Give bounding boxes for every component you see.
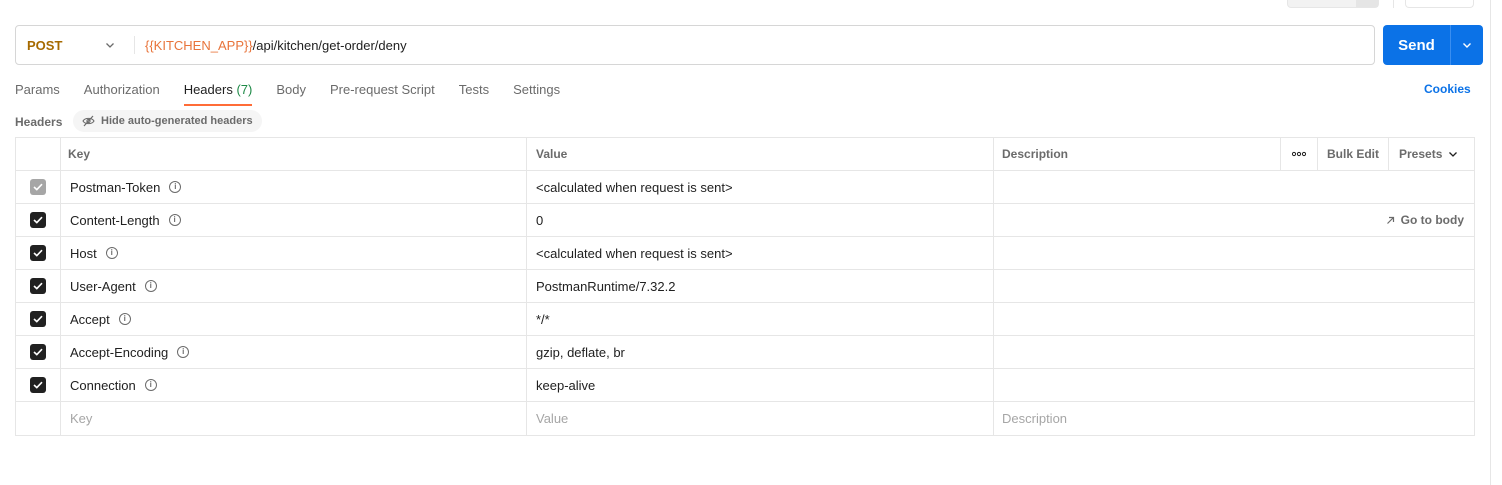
key-cell[interactable]: Connection i — [61, 369, 527, 401]
check-icon — [33, 216, 43, 224]
request-url-bar: POST {{KITCHEN_APP}}/api/kitchen/get-ord… — [15, 25, 1375, 65]
table-row: Accept-Encoding i gzip, deflate, br — [16, 336, 1474, 369]
value-cell[interactable]: 0 — [527, 204, 994, 236]
arrow-up-right-icon — [1386, 216, 1394, 224]
row-checkbox[interactable] — [30, 377, 46, 393]
table-row: Host i <calculated when request is sent> — [16, 237, 1474, 270]
column-header-description: Description — [994, 138, 1281, 170]
go-to-body-link[interactable]: Go to body — [1386, 213, 1464, 227]
tab-headers[interactable]: Headers (7) — [183, 80, 253, 106]
check-icon — [33, 381, 43, 389]
divider — [1393, 0, 1394, 8]
table-row: Postman-Token i <calculated when request … — [16, 171, 1474, 204]
check-icon — [33, 282, 43, 290]
tab-pre-request-script[interactable]: Pre-request Script — [330, 80, 435, 106]
send-button[interactable]: Send — [1383, 37, 1450, 54]
method-label: POST — [27, 37, 63, 53]
key-cell[interactable]: Postman-Token i — [61, 171, 527, 203]
presets-dropdown[interactable]: Presets — [1389, 138, 1474, 170]
info-icon[interactable]: i — [144, 379, 157, 391]
description-cell[interactable] — [994, 369, 1474, 401]
row-checkbox[interactable] — [30, 278, 46, 294]
chevron-down-icon — [106, 43, 114, 48]
check-icon — [33, 315, 43, 323]
value-cell[interactable]: PostmanRuntime/7.32.2 — [527, 270, 994, 302]
check-icon — [33, 183, 43, 191]
more-horizontal-icon — [1292, 151, 1306, 157]
method-select[interactable]: POST — [16, 26, 134, 64]
cookies-link[interactable]: Cookies — [1424, 82, 1471, 96]
info-icon[interactable]: i — [105, 247, 118, 259]
send-options-button[interactable] — [1451, 40, 1483, 50]
hide-auto-generated-headers-button[interactable]: Hide auto-generated headers — [73, 110, 262, 132]
column-header-key: Key — [61, 138, 527, 170]
row-checkbox[interactable] — [30, 311, 46, 327]
tab-body[interactable]: Body — [276, 80, 306, 106]
headers-table: Key Value Description Bulk Edit Presets … — [15, 137, 1475, 436]
table-header-row: Key Value Description Bulk Edit Presets — [16, 138, 1474, 171]
info-icon[interactable]: i — [169, 181, 182, 193]
url-input[interactable]: {{KITCHEN_APP}}/api/kitchen/get-order/de… — [135, 38, 407, 53]
key-cell[interactable]: Content-Length i — [61, 204, 527, 236]
value-cell[interactable]: <calculated when request is sent> — [527, 171, 994, 203]
new-header-row: Key Value Description — [16, 402, 1474, 435]
chevron-down-icon — [1449, 152, 1458, 157]
description-cell[interactable] — [994, 237, 1474, 269]
row-checkbox[interactable] — [30, 212, 46, 228]
value-cell[interactable]: keep-alive — [527, 369, 994, 401]
more-options-button[interactable] — [1281, 138, 1318, 170]
description-cell[interactable]: Go to body — [994, 204, 1474, 236]
chevron-down-icon — [1463, 43, 1471, 48]
panel-divider — [1490, 0, 1491, 485]
tab-params[interactable]: Params — [15, 80, 60, 106]
eye-off-icon — [82, 115, 95, 127]
headers-section-title: Headers — [15, 115, 63, 129]
new-key-input[interactable]: Key — [61, 402, 527, 435]
top-toolbar-stub — [1287, 0, 1379, 8]
description-cell[interactable] — [994, 171, 1474, 203]
key-cell[interactable]: Host i — [61, 237, 527, 269]
check-icon — [33, 249, 43, 257]
tab-settings[interactable]: Settings — [513, 80, 560, 106]
value-cell[interactable]: <calculated when request is sent> — [527, 237, 994, 269]
description-cell[interactable] — [994, 270, 1474, 302]
info-icon[interactable]: i — [144, 280, 157, 292]
row-checkbox[interactable] — [30, 179, 46, 195]
key-cell[interactable]: Accept i — [61, 303, 527, 335]
url-variable: {{KITCHEN_APP}} — [145, 37, 253, 53]
row-checkbox[interactable] — [30, 344, 46, 360]
headers-count: (7) — [236, 82, 253, 97]
info-icon[interactable]: i — [118, 313, 131, 325]
column-header-value: Value — [527, 138, 994, 170]
table-row: Content-Length i 0 Go to body — [16, 204, 1474, 237]
send-button-group: Send — [1383, 25, 1483, 65]
new-value-input[interactable]: Value — [527, 402, 994, 435]
value-cell[interactable]: */* — [527, 303, 994, 335]
new-description-input[interactable]: Description — [994, 402, 1474, 435]
description-cell[interactable] — [994, 336, 1474, 368]
bulk-edit-button[interactable]: Bulk Edit — [1318, 138, 1389, 170]
header-checkbox-cell — [16, 138, 61, 170]
top-toolbar-stub — [1405, 0, 1474, 8]
key-cell[interactable]: Accept-Encoding i — [61, 336, 527, 368]
description-cell[interactable] — [994, 303, 1474, 335]
row-checkbox[interactable] — [30, 245, 46, 261]
tab-tests[interactable]: Tests — [459, 80, 489, 106]
info-icon[interactable]: i — [168, 214, 181, 226]
info-icon[interactable]: i — [177, 346, 190, 358]
key-cell[interactable]: User-Agent i — [61, 270, 527, 302]
check-icon — [33, 348, 43, 356]
table-row: Accept i */* — [16, 303, 1474, 336]
table-row: User-Agent i PostmanRuntime/7.32.2 — [16, 270, 1474, 303]
value-cell[interactable]: gzip, deflate, br — [527, 336, 994, 368]
tab-authorization[interactable]: Authorization — [84, 80, 160, 106]
table-row: Connection i keep-alive — [16, 369, 1474, 402]
url-path: /api/kitchen/get-order/deny — [252, 37, 407, 53]
request-tabs: Params Authorization Headers (7) Body Pr… — [15, 80, 584, 106]
